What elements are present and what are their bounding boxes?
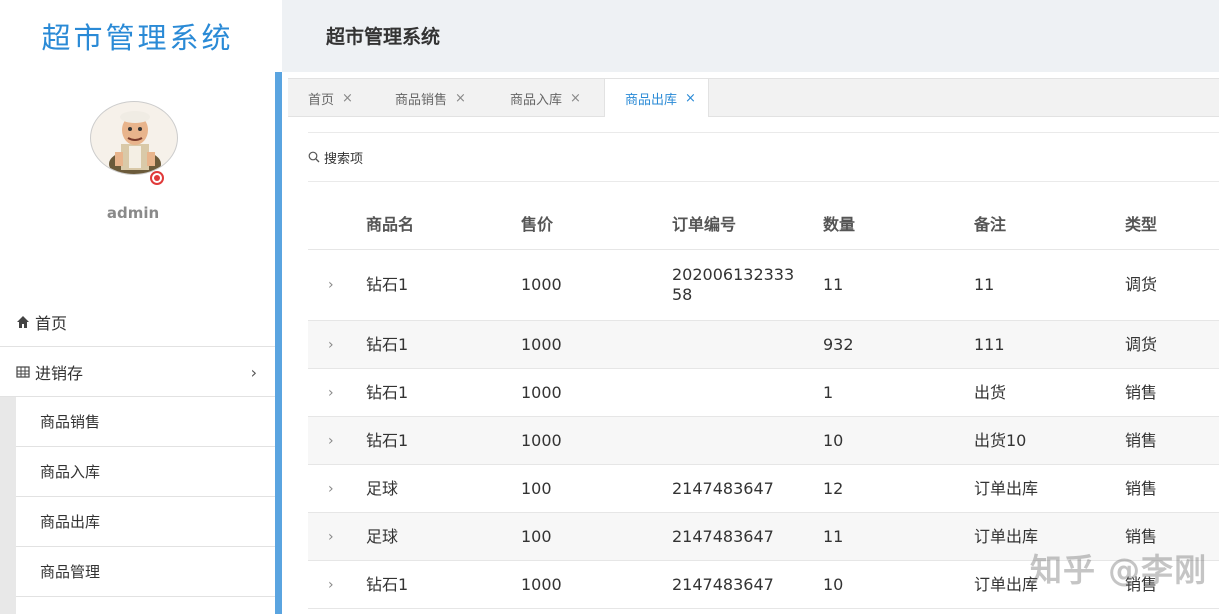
- table-icon: [16, 365, 30, 378]
- submenu-item-stock-in[interactable]: 商品入库: [16, 447, 275, 497]
- menu-item-label: 进销存: [35, 363, 84, 383]
- column-header[interactable]: 商品名: [366, 200, 516, 249]
- online-status-icon: [150, 171, 164, 185]
- close-icon[interactable]: ×: [570, 91, 581, 106]
- table-header: 商品名 售价 订单编号 数量 备注 类型: [308, 200, 1219, 250]
- expand-row-icon[interactable]: ›: [328, 513, 334, 560]
- column-header[interactable]: 订单编号: [672, 200, 800, 249]
- menu-item-label: 首页: [35, 313, 68, 333]
- avatar[interactable]: [90, 101, 178, 175]
- app-logo-text: 超市管理系统: [41, 21, 234, 55]
- home-icon: [17, 315, 29, 328]
- sidebar-scrollbar[interactable]: [275, 72, 282, 614]
- username: admin: [106, 204, 160, 222]
- expand-row-icon[interactable]: ›: [328, 561, 334, 608]
- tab-stock-out[interactable]: 商品出库 ×: [604, 79, 709, 118]
- submenu-item-stock-out[interactable]: 商品出库: [16, 497, 275, 547]
- app-logo[interactable]: 超市管理系统: [0, 0, 275, 72]
- submenu-item-sales[interactable]: 商品销售: [16, 397, 275, 447]
- close-icon[interactable]: ×: [685, 91, 696, 106]
- submenu-item-product-management[interactable]: 商品管理: [16, 547, 275, 597]
- watermark: 知乎 @李刚: [1030, 551, 1208, 589]
- table-row[interactable]: › 足球 100 2147483647 12 订单出库 销售: [308, 465, 1219, 513]
- expand-row-icon[interactable]: ›: [328, 465, 334, 512]
- menu-item-inventory[interactable]: 进销存 ›: [0, 347, 275, 397]
- tab-bar: 首页 × 商品销售 × 商品入库 × 商品出库 ×: [288, 78, 1219, 118]
- expand-row-icon[interactable]: ›: [328, 369, 334, 416]
- column-header[interactable]: 数量: [823, 200, 973, 249]
- expand-row-icon[interactable]: ›: [328, 250, 334, 320]
- expand-row-icon[interactable]: ›: [328, 321, 334, 368]
- sidebar: 超市管理系统 admin 首页 进销存 › 商品销售 商品入库 商品出库 商品管…: [0, 0, 282, 614]
- page-title: 超市管理系统: [326, 26, 441, 48]
- search-toggle[interactable]: 搜索项: [308, 132, 1219, 182]
- close-icon[interactable]: ×: [342, 91, 353, 106]
- table-row[interactable]: › 钻石1 1000 10 出货10 销售: [308, 417, 1219, 465]
- table-row[interactable]: › 钻石1 1000 20200613233358 11 11 调货: [308, 250, 1219, 321]
- search-label: 搜索项: [324, 151, 364, 167]
- column-header[interactable]: 类型: [1125, 200, 1219, 249]
- chevron-right-icon: ›: [250, 363, 257, 382]
- menu-item-home[interactable]: 首页: [0, 297, 275, 347]
- main-content: 搜索项 商品名 售价 订单编号 数量 备注 类型 › 钻石1 1000 2020…: [288, 117, 1219, 614]
- expand-row-icon[interactable]: ›: [328, 417, 334, 464]
- table-row[interactable]: › 钻石1 1000 932 111 调货: [308, 321, 1219, 369]
- column-header[interactable]: 售价: [521, 200, 671, 249]
- close-icon[interactable]: ×: [455, 91, 466, 106]
- column-header[interactable]: 备注: [974, 200, 1124, 249]
- submenu-gutter: [0, 397, 16, 614]
- search-icon: [308, 151, 320, 163]
- top-header: 超市管理系统: [282, 0, 1219, 72]
- tab-sales[interactable]: 商品销售 ×: [375, 79, 478, 117]
- tab-home[interactable]: 首页 ×: [288, 79, 365, 117]
- tab-stock-in[interactable]: 商品入库 ×: [490, 79, 593, 117]
- table-row[interactable]: › 钻石1 1000 1 出货 销售: [308, 369, 1219, 417]
